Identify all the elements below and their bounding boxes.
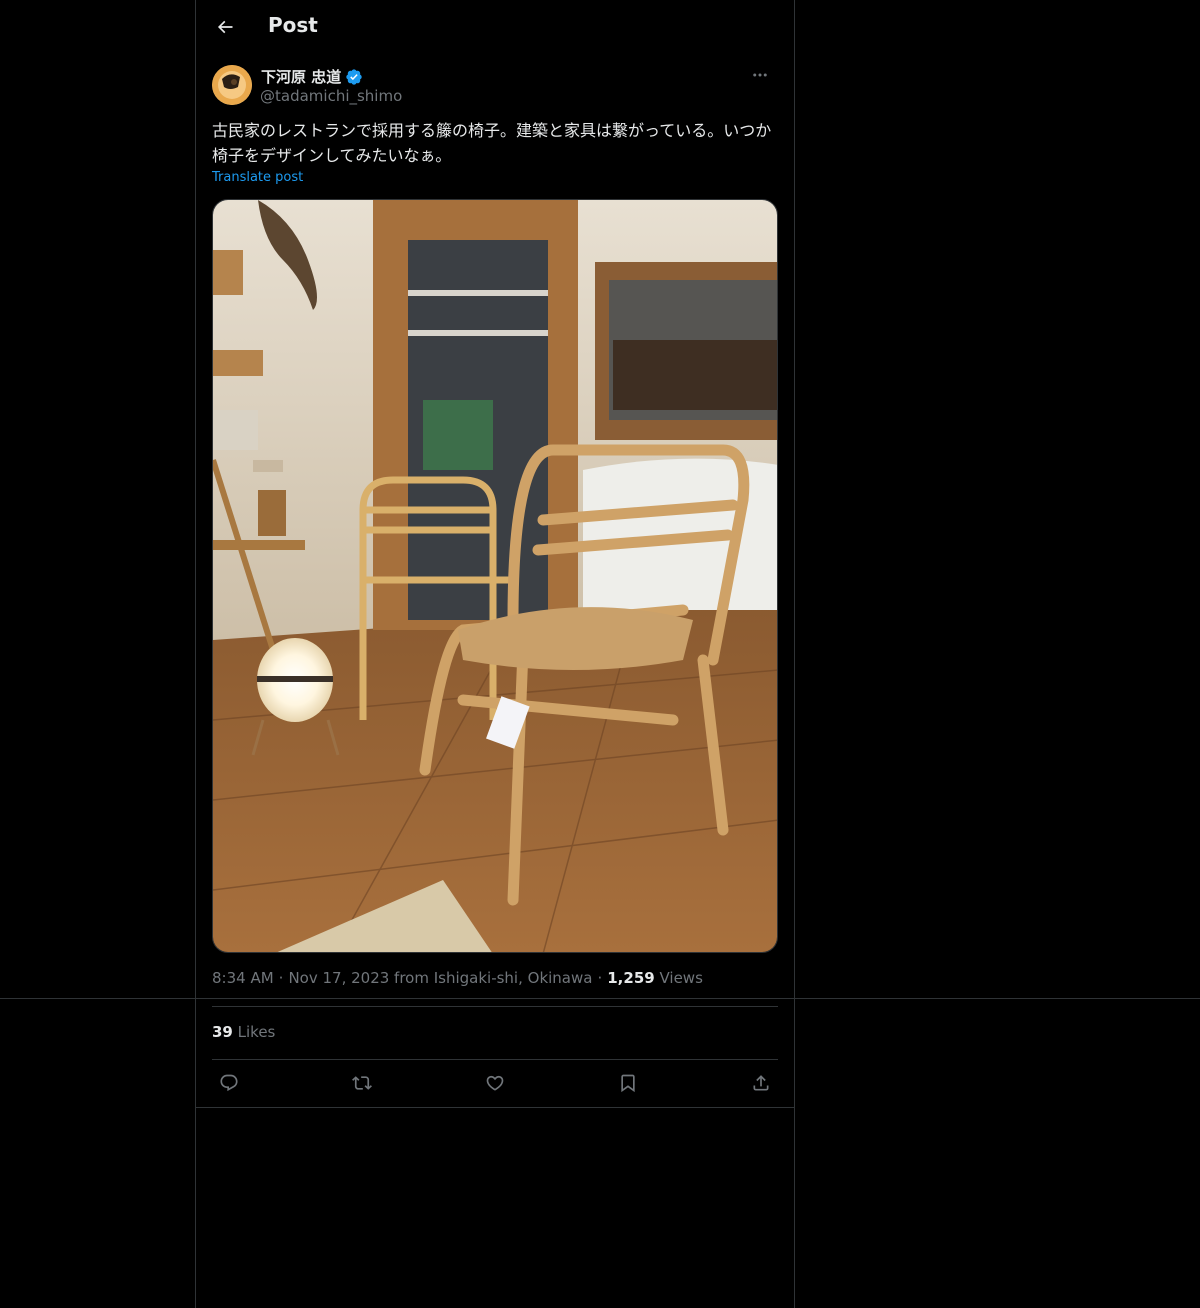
more-options-button[interactable] <box>746 64 774 86</box>
post-text: 古民家のレストランで採用する籐の椅子。建築と家具は繋がっている。いつか椅子をデザ… <box>212 121 772 165</box>
author-handle[interactable]: @tadamichi_shimo <box>260 87 402 105</box>
post-date-location: Nov 17, 2023 from Ishigaki-shi, Okinawa <box>288 969 593 987</box>
post-column: Post 下河原 忠道 @tadamichi_shimo 古民家のレストランで採… <box>195 0 795 1308</box>
bookmark-button[interactable] <box>611 1066 645 1100</box>
like-button[interactable] <box>478 1066 512 1100</box>
rattan-chair-photo <box>213 200 777 952</box>
back-button[interactable] <box>208 10 242 44</box>
post-metadata: 8:34 AM · Nov 17, 2023 from Ishigaki-shi, … <box>212 969 703 987</box>
avatar[interactable] <box>212 65 252 105</box>
page-header: Post <box>196 0 794 54</box>
bookmark-icon <box>621 1074 635 1093</box>
repost-button[interactable] <box>345 1066 379 1100</box>
page-title: Post <box>268 13 318 37</box>
views-count: 1,259 <box>607 969 655 987</box>
likes-stat[interactable]: 39 Likes <box>212 1023 275 1041</box>
post-photo[interactable] <box>212 199 778 953</box>
name-row: 下河原 忠道 <box>261 66 363 87</box>
views-label: Views <box>659 969 703 987</box>
reply-icon <box>220 1074 238 1092</box>
repost-icon <box>352 1076 372 1090</box>
divider <box>212 1006 778 1007</box>
likes-label: Likes <box>237 1023 276 1041</box>
heart-icon <box>486 1075 504 1091</box>
author-display-name[interactable]: 下河原 忠道 <box>261 66 341 87</box>
translate-post-link[interactable]: Translate post <box>212 170 303 185</box>
verified-badge-icon <box>346 68 362 85</box>
bottom-divider <box>196 1107 794 1108</box>
more-dots-icon <box>753 73 767 77</box>
share-icon <box>753 1075 769 1091</box>
divider <box>212 1059 778 1060</box>
separator-dot: · <box>597 969 603 987</box>
likes-count: 39 <box>212 1023 233 1041</box>
reply-button[interactable] <box>212 1066 246 1100</box>
share-button[interactable] <box>744 1066 778 1100</box>
avatar-image <box>212 65 252 105</box>
action-bar <box>212 1066 778 1100</box>
separator-dot: · <box>278 969 284 987</box>
post-time[interactable]: 8:34 AM <box>212 969 274 987</box>
arrow-left-icon <box>217 20 233 34</box>
post-author: 下河原 忠道 @tadamichi_shimo <box>212 64 778 108</box>
